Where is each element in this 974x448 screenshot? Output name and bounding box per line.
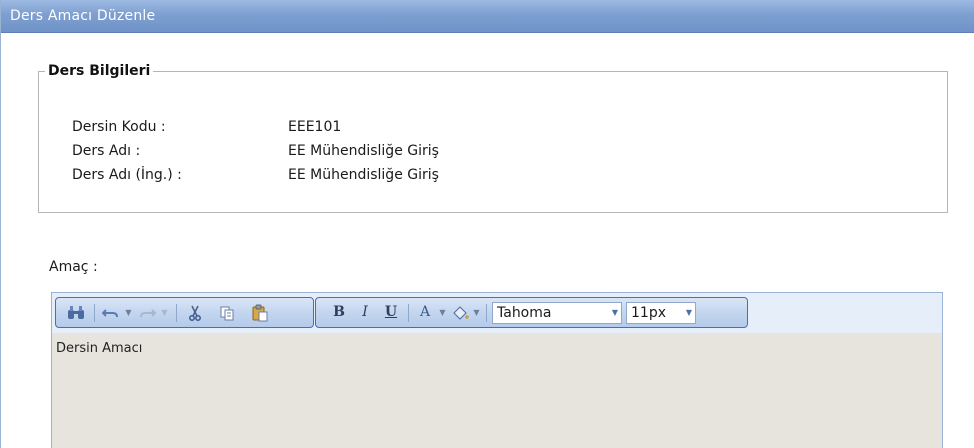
- redo-dropdown-arrow[interactable]: ▼: [160, 302, 169, 323]
- chevron-down-icon: ▼: [685, 308, 692, 317]
- editor-toolbar: ▼ ▼ B I U A ▼ ▼ Tahoma ▼ 11px ▼: [52, 293, 942, 333]
- italic-button[interactable]: I: [356, 302, 374, 323]
- edit-window: Ders Amacı Düzenle Ders Bilgileri Dersin…: [0, 0, 974, 448]
- binoculars-icon[interactable]: [64, 302, 88, 323]
- course-name-value: EE Mühendisliğe Giriş: [288, 143, 439, 159]
- toolbar-separator: [408, 304, 409, 322]
- font-color-button[interactable]: A: [416, 302, 434, 323]
- underline-button[interactable]: U: [382, 302, 400, 323]
- chevron-down-icon: ▼: [611, 308, 618, 317]
- course-name-label: Ders Adı :: [72, 143, 141, 159]
- course-name-en-label: Ders Adı (İng.) :: [72, 167, 182, 183]
- copy-icon[interactable]: [216, 302, 238, 323]
- undo-dropdown-arrow[interactable]: ▼: [124, 302, 133, 323]
- toolbar-group-format: B I U A ▼ ▼ Tahoma ▼ 11px ▼: [315, 297, 748, 328]
- highlight-dropdown-arrow[interactable]: ▼: [472, 302, 481, 323]
- course-info-legend: Ders Bilgileri: [48, 63, 151, 79]
- font-name-value: Tahoma: [497, 305, 552, 321]
- rich-text-editor: ▼ ▼ B I U A ▼ ▼ Tahoma ▼ 11px ▼ Dersin A…: [51, 292, 943, 448]
- paint-bucket-icon[interactable]: [450, 302, 470, 323]
- toolbar-separator: [176, 304, 177, 322]
- course-code-value: EEE101: [288, 119, 342, 135]
- objective-label: Amaç :: [49, 259, 98, 275]
- toolbar-separator: [94, 304, 95, 322]
- course-name-en-value: EE Mühendisliğe Giriş: [288, 167, 439, 183]
- font-size-value: 11px: [631, 305, 666, 321]
- scissors-icon[interactable]: [184, 302, 206, 323]
- window-title: Ders Amacı Düzenle: [10, 8, 156, 24]
- font-size-select[interactable]: 11px ▼: [626, 302, 696, 324]
- paste-icon[interactable]: [248, 302, 272, 323]
- course-info-fieldset: Ders Bilgileri Dersin Kodu : EEE101 Ders…: [38, 63, 948, 213]
- bold-button[interactable]: B: [330, 302, 348, 323]
- toolbar-group-edit: ▼ ▼: [55, 297, 314, 328]
- font-name-select[interactable]: Tahoma ▼: [492, 302, 622, 324]
- editor-content[interactable]: Dersin Amacı: [56, 341, 142, 356]
- undo-icon[interactable]: [100, 302, 122, 323]
- window-titlebar: Ders Amacı Düzenle: [1, 0, 974, 33]
- toolbar-separator: [486, 304, 487, 322]
- font-color-dropdown-arrow[interactable]: ▼: [438, 302, 447, 323]
- course-code-label: Dersin Kodu :: [72, 119, 166, 135]
- redo-icon[interactable]: [136, 302, 158, 323]
